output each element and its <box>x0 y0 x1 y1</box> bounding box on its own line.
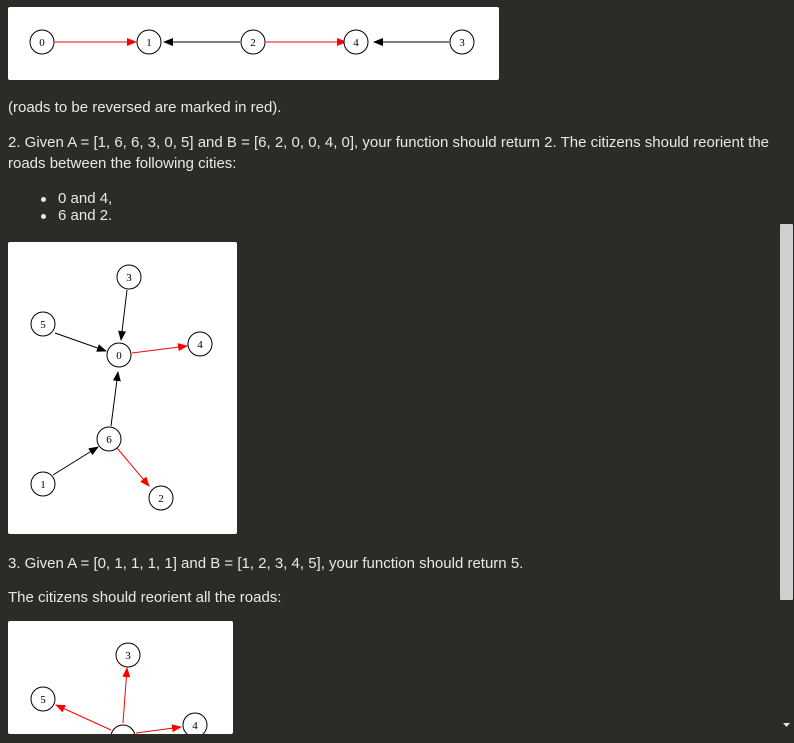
svg-text:1: 1 <box>146 37 152 49</box>
graph-node-partial <box>110 724 136 734</box>
graph-node: 3 <box>115 642 141 668</box>
graph-node: 1 <box>136 29 162 55</box>
graph-node: 5 <box>30 686 56 712</box>
graph-node: 3 <box>449 29 475 55</box>
edge-0-4 <box>131 343 188 354</box>
edge-1-3 <box>122 667 131 724</box>
svg-text:2: 2 <box>158 493 164 505</box>
graph-figure-2: 3 5 0 4 6 1 2 <box>8 242 237 534</box>
graph-node: 4 <box>182 712 208 734</box>
example-3-note: The citizens should reorient all the roa… <box>8 589 282 606</box>
graph-node: 1 <box>30 471 56 497</box>
svg-text:1: 1 <box>40 479 46 491</box>
graph-node: 0 <box>29 29 55 55</box>
graph-node: 2 <box>148 485 174 511</box>
example-2-list: 0 and 4, 6 and 2. <box>36 190 112 224</box>
edge-6-0 <box>110 371 121 427</box>
edge-5-0 <box>54 332 107 352</box>
graph-figure-3: 3 5 4 <box>8 621 233 734</box>
svg-text:0: 0 <box>116 350 122 362</box>
edge-3-0 <box>118 289 128 341</box>
graph-figure-1: 0 1 2 4 3 <box>8 7 499 80</box>
graph-node: 2 <box>240 29 266 55</box>
example-3-text: 3. Given A = [0, 1, 1, 1, 1] and B = [1,… <box>8 555 524 572</box>
caption-text: (roads to be reversed are marked in red)… <box>8 99 282 116</box>
graph-node: 3 <box>116 264 142 290</box>
scroll-down-arrow-icon[interactable] <box>780 718 793 731</box>
svg-text:0: 0 <box>39 37 45 49</box>
list-item: 6 and 2. <box>36 207 112 224</box>
graph-node: 0 <box>106 342 132 368</box>
svg-text:2: 2 <box>250 37 256 49</box>
svg-text:5: 5 <box>40 694 46 706</box>
svg-text:6: 6 <box>106 434 112 446</box>
svg-text:4: 4 <box>192 720 198 732</box>
edge-1-5 <box>55 704 112 731</box>
graph-node: 5 <box>30 311 56 337</box>
svg-text:3: 3 <box>125 650 131 662</box>
svg-text:3: 3 <box>126 272 132 284</box>
graph-node: 4 <box>187 331 213 357</box>
scrollbar-thumb[interactable] <box>780 224 793 600</box>
graph-node: 4 <box>343 29 369 55</box>
edge-6-2 <box>116 447 150 487</box>
example-2-text: 2. Given A = [1, 6, 6, 3, 0, 5] and B = … <box>8 134 770 172</box>
svg-text:5: 5 <box>40 319 46 331</box>
svg-text:4: 4 <box>197 339 203 351</box>
svg-text:4: 4 <box>353 37 359 49</box>
page-content: 0 1 2 4 3 (roads to be reversed are mark… <box>0 0 779 743</box>
svg-text:3: 3 <box>459 37 465 49</box>
edge-1-6 <box>52 446 99 476</box>
list-item: 0 and 4, <box>36 190 112 207</box>
edge-1-4 <box>135 724 182 734</box>
graph-node: 6 <box>96 426 122 452</box>
